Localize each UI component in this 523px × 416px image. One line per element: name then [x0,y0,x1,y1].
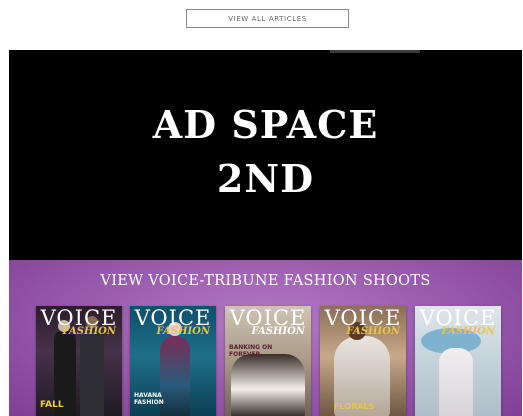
fashion-cover-5[interactable]: VOICE FASHION [415,306,501,416]
ad-line-2: 2ND [216,156,315,201]
cover-2-section: FASHION [156,326,210,337]
fashion-shoots-heading[interactable]: VIEW VOICE-TRIBUNE FASHION SHOOTS [9,273,522,289]
cover-3-section: FASHION [251,326,305,337]
ad-edge-shadow [330,50,420,53]
cover-4-tagline: FLORALS [334,402,375,411]
cover-1-tagline: FALL [40,400,64,410]
cover-3-tagline: BANKING ON FOREVER [229,344,273,358]
cover-5-section: FASHION [441,326,495,337]
view-all-articles-button[interactable]: VIEW ALL ARTICLES [186,9,349,28]
cover-4-section: FASHION [346,326,400,337]
fashion-cover-4[interactable]: VOICE FASHION FLORALS [320,306,406,416]
fashion-cover-2[interactable]: VOICE FASHION HAVANA FASHION [130,306,216,416]
ad-line-1: AD SPACE [152,102,379,147]
fashion-shoots-section: VIEW VOICE-TRIBUNE FASHION SHOOTS VOICE … [9,260,522,416]
top-strip: VIEW ALL ARTICLES [0,0,523,50]
fashion-cover-3[interactable]: VOICE FASHION BANKING ON FOREVER [225,306,311,416]
fashion-cover-1[interactable]: VOICE FASHION FALL [36,306,122,416]
cover-1-section: FASHION [62,326,116,337]
cover-2-tagline: HAVANA FASHION [134,392,164,406]
ad-space-banner[interactable]: AD SPACE 2ND [9,50,522,260]
